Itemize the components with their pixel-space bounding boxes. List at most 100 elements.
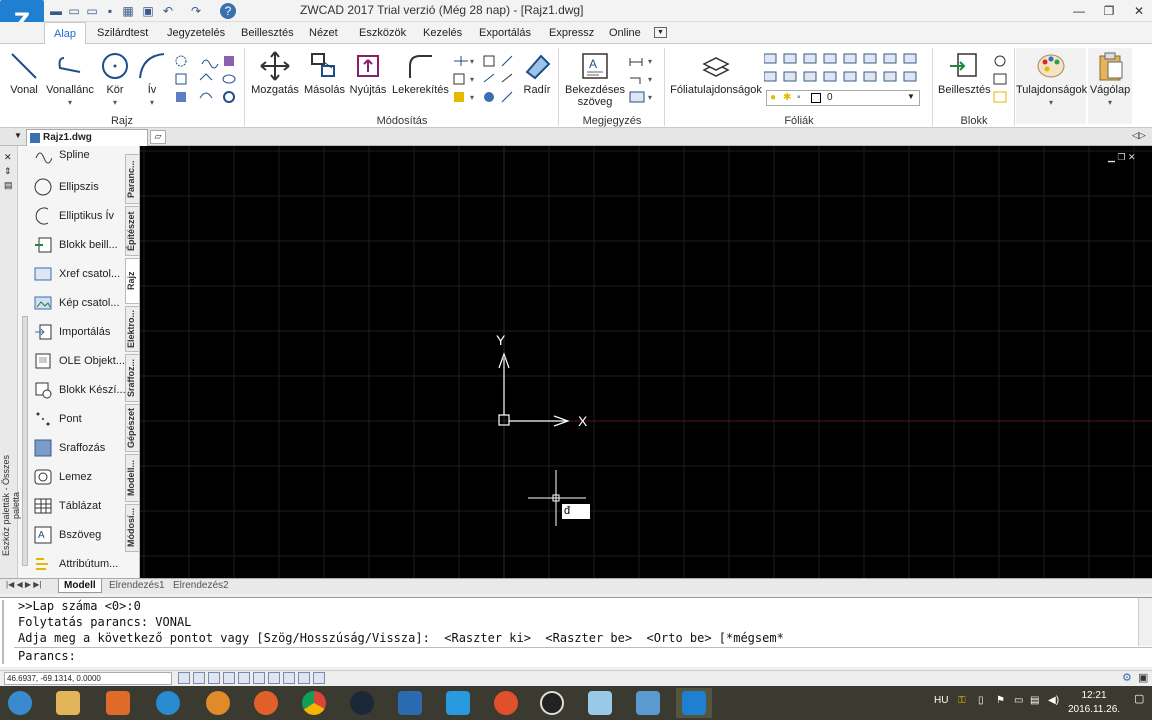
chevron-down-icon[interactable]: ▾ — [1049, 98, 1053, 107]
tab-expressz[interactable]: Expressz — [540, 22, 603, 44]
security-icon[interactable]: ⚿ — [958, 695, 966, 706]
chevron-down-icon[interactable]: ▾ — [113, 98, 117, 107]
save-icon[interactable]: ▪ — [102, 3, 118, 19]
tab-exportalas[interactable]: Exportálás — [470, 22, 540, 44]
flag-icon[interactable]: ⚑ — [996, 695, 1005, 706]
palette-tab-gepeszet[interactable]: Gépészet — [125, 404, 140, 452]
model-toggle[interactable] — [313, 672, 325, 684]
stretch-button[interactable]: Nyújtás — [348, 50, 388, 106]
notification-icon[interactable]: ▢ — [1134, 692, 1144, 705]
taskbar-screen-app[interactable] — [630, 688, 666, 718]
arc-button[interactable]: Ív ▾ — [136, 50, 168, 107]
taskbar-internet-explorer[interactable] — [150, 688, 186, 718]
dynamic-input-box[interactable]: đ — [562, 504, 590, 519]
snap-toggle[interactable] — [178, 672, 190, 684]
annotation-tools-icons[interactable]: ▾ ▾ ▾ — [628, 54, 660, 106]
minimize-button[interactable]: — — [1064, 0, 1094, 22]
print-icon[interactable]: ▦ — [120, 3, 136, 19]
help-icon[interactable]: ? — [220, 3, 236, 19]
chevron-down-icon[interactable]: ▾ — [150, 98, 154, 107]
layer-tools-icons[interactable] — [763, 52, 920, 88]
tab-elrendezes1[interactable]: Elrendezés1 — [104, 579, 170, 593]
dynamic-input-toggle[interactable] — [283, 672, 295, 684]
block-tools-icons[interactable] — [992, 54, 1008, 106]
palette-item-table[interactable]: Táblázat — [34, 491, 126, 520]
taskbar-explorer[interactable] — [50, 688, 86, 718]
palette-item-insert-block[interactable]: Blokk beill... — [34, 230, 126, 259]
taskbar-media-player[interactable] — [100, 688, 136, 718]
drawing-canvas[interactable]: Y X đ ▁ ❐ ✕ — [140, 146, 1152, 578]
network-status-icon[interactable]: ▤ — [1030, 695, 1039, 706]
palette-item-image[interactable]: Kép csatol... — [34, 288, 126, 317]
redo-icon[interactable]: ↷ — [188, 3, 204, 19]
layer-dropdown[interactable]: ● ✱ ▪ 0 ▼ — [766, 90, 920, 106]
palette-tab-sraffoz[interactable]: Sraffoz... — [125, 354, 140, 402]
open-folder-icon[interactable]: ▬ — [48, 3, 64, 19]
palette-tab-epiteszet[interactable]: Építészet — [125, 206, 140, 256]
grid-toggle[interactable] — [193, 672, 205, 684]
palette-tab-parancs[interactable]: Paranc... — [125, 154, 140, 204]
properties-button[interactable]: Tulajdonságok ▾ — [1016, 48, 1087, 124]
undo-icon[interactable]: ↶ — [160, 3, 176, 19]
start-button[interactable] — [2, 688, 38, 718]
taskbar-chrome[interactable] — [296, 688, 332, 718]
tab-szilardtest[interactable]: Szilárdtest — [88, 22, 157, 44]
language-indicator[interactable]: HU — [934, 695, 948, 706]
polyline-button[interactable]: Vonallánc ▾ — [46, 50, 94, 107]
palette-item-attribute[interactable]: Attribútum... — [34, 549, 126, 578]
fullscreen-icon[interactable]: ▣ — [1138, 671, 1148, 684]
fillet-button[interactable]: Lekerekítés — [392, 50, 449, 106]
palette-item-import[interactable]: Importálás — [34, 317, 126, 346]
tab-beillesztes[interactable]: Beillesztés — [232, 22, 303, 44]
command-grip[interactable] — [2, 600, 12, 664]
pin-icon[interactable]: ⇕ — [4, 166, 12, 177]
eraser-button[interactable]: Radír — [520, 50, 554, 106]
palette-item-xref[interactable]: Xref csatol... — [34, 259, 126, 288]
volume-icon[interactable]: ◀) — [1048, 695, 1059, 706]
plot-preview-icon[interactable]: ▣ — [140, 3, 156, 19]
palette-item-mtext[interactable]: A Bszöveg — [34, 520, 126, 549]
selection-cycling-toggle[interactable] — [298, 672, 310, 684]
taskbar-obs[interactable] — [534, 688, 570, 718]
mtext-button[interactable]: A Bekezdéses szöveg — [564, 50, 626, 108]
command-scrollbar[interactable] — [1138, 598, 1152, 646]
doc-menu-icon[interactable]: ▼ — [14, 131, 22, 140]
palette-tab-rajz[interactable]: Rajz — [125, 258, 140, 304]
tab-alap[interactable]: Alap — [44, 22, 87, 44]
viewport-window-controls[interactable]: ▁ ❐ ✕ — [1108, 152, 1136, 163]
tab-online[interactable]: Online — [600, 22, 650, 44]
palette-item-create-block[interactable]: Blokk Készí... — [34, 375, 126, 404]
open-file-icon[interactable]: ▭ — [84, 3, 100, 19]
settings-gear-icon[interactable]: ⚙ — [1122, 671, 1132, 684]
palette-item-region[interactable]: Lemez — [34, 462, 126, 491]
taskbar-app-orange[interactable] — [200, 688, 236, 718]
line-button[interactable]: Vonal — [6, 50, 42, 106]
taskbar-firefox[interactable] — [248, 688, 284, 718]
modify-tools-icons[interactable]: ▾ ▾ ▾ — [452, 54, 518, 106]
palette-tab-modell[interactable]: Modell... — [125, 454, 140, 502]
tab-scroll-arrows[interactable]: ◁▷ — [1132, 130, 1150, 144]
palette-tab-modositas[interactable]: Módosí... — [125, 504, 140, 552]
tab-modell[interactable]: Modell — [58, 579, 102, 593]
lineweight-toggle[interactable] — [268, 672, 280, 684]
new-tab-icon[interactable]: ▱ — [150, 130, 166, 144]
palette-scrollbar[interactable] — [22, 316, 28, 566]
taskbar-visual-studio[interactable] — [392, 688, 428, 718]
chevron-down-icon[interactable]: ▾ — [68, 98, 72, 107]
document-tab[interactable]: Rajz1.dwg — [26, 129, 148, 146]
palette-item-elliptical-arc[interactable]: Elliptikus Ív — [34, 201, 126, 230]
copy-button[interactable]: Másolás — [304, 50, 345, 106]
palette-item-ellipse[interactable]: Ellipszis — [34, 172, 126, 201]
new-file-icon[interactable]: ▭ — [66, 3, 82, 19]
taskbar-zwcad[interactable] — [676, 688, 712, 718]
tab-nezet[interactable]: Nézet — [300, 22, 347, 44]
command-prompt[interactable]: Parancs: — [18, 649, 76, 664]
chevron-down-icon[interactable]: ▾ — [1108, 98, 1112, 107]
close-button[interactable]: ✕ — [1124, 0, 1152, 22]
taskbar-notepad[interactable] — [582, 688, 618, 718]
restore-button[interactable]: ❐ — [1094, 0, 1124, 22]
display-icon[interactable]: ▭ — [1014, 695, 1023, 706]
taskbar-app-blue[interactable] — [440, 688, 476, 718]
tab-eszkozok[interactable]: Eszközök — [350, 22, 415, 44]
close-icon[interactable]: ✕ — [4, 152, 12, 163]
